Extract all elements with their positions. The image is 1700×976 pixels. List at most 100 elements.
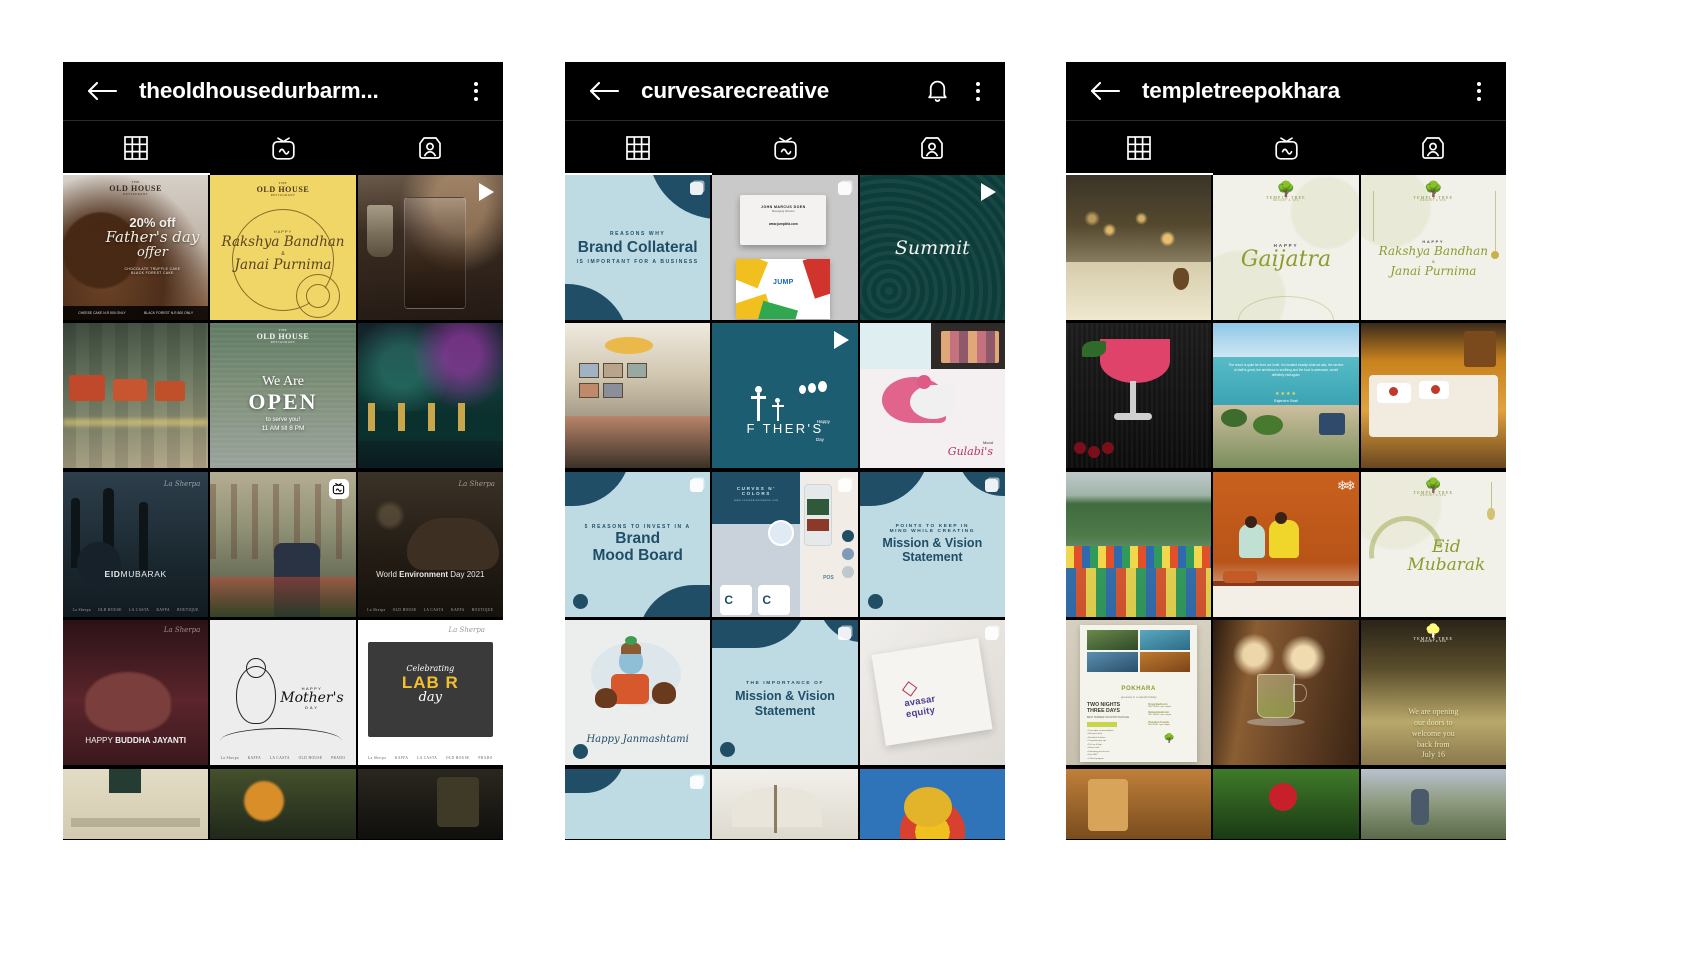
grid-post[interactable] xyxy=(63,768,209,839)
post-headline: Brand Collateral xyxy=(577,238,698,256)
overflow-menu-icon[interactable] xyxy=(1468,78,1490,104)
open-line-1: We Are xyxy=(261,373,304,389)
opening-l2: our doors to xyxy=(1413,718,1453,727)
buddha-caption-pre: HAPPY xyxy=(85,736,116,746)
grid-post[interactable] xyxy=(1213,620,1359,766)
grid-post[interactable] xyxy=(712,768,858,839)
grid-post[interactable] xyxy=(1066,175,1212,320)
carousel-badge-icon xyxy=(834,182,851,199)
tab-igtv[interactable] xyxy=(210,121,357,175)
grid-post[interactable]: Mood Gulabi's xyxy=(859,323,1005,469)
grid-post[interactable]: 🌳 TEMPLE TREE RESORT & SPA We are openin… xyxy=(1360,620,1506,766)
profile-topbar: theoldhousedurbarm... xyxy=(63,62,503,120)
brand-sub: RESORT & SPA xyxy=(1420,639,1447,643)
profile-tabbar xyxy=(63,120,503,175)
overflow-menu-icon[interactable] xyxy=(967,78,989,104)
grid-post[interactable] xyxy=(565,323,711,469)
tab-tagged[interactable] xyxy=(1359,121,1506,175)
cnc-website: www.curvesarecreative.com xyxy=(733,498,779,502)
grid-post[interactable] xyxy=(1066,323,1212,469)
grid-post[interactable] xyxy=(63,323,209,469)
grid-post[interactable]: REASONS WHY Brand Collateral IS IMPORTAN… xyxy=(565,175,711,320)
env-caption-pre: World xyxy=(376,569,400,579)
offer-script: Father's day xyxy=(105,228,200,246)
grid-post[interactable]: THE OLD HOUSE RESTAURANT We Are OPEN to … xyxy=(210,323,356,469)
carousel-badge-icon xyxy=(981,478,998,496)
post-headline: Mission & Vision xyxy=(882,536,983,551)
profile-topbar: curvesarecreative xyxy=(565,62,1005,120)
flyer-l2: THREE DAYS xyxy=(1087,707,1120,714)
grid-post[interactable]: THE OLD HOUSE RESTAURANT 20% off Father'… xyxy=(63,175,209,320)
profile-tabbar xyxy=(565,120,1005,175)
tab-grid[interactable] xyxy=(1066,121,1213,175)
page-title: templetreepokhara xyxy=(1142,78,1340,103)
grid-post[interactable]: 🌳 TEMPLE TREE RESORT & SPA HAPPY Gaijatr… xyxy=(1213,175,1359,320)
post-eyebrow: THE IMPORTANCE OF xyxy=(745,681,824,687)
phone-screen-2: curvesarecreative REASONS WHY Brand Coll… xyxy=(565,62,1005,840)
flyer-title: POKHARA xyxy=(1121,686,1156,693)
back-arrow-icon[interactable] xyxy=(85,79,119,103)
brand-logo-sub: RESTAURANT xyxy=(123,192,148,197)
grid-post[interactable]: Happy Janmashtami xyxy=(565,620,711,766)
back-arrow-icon[interactable] xyxy=(1088,79,1122,103)
grid-post[interactable]: Summit xyxy=(859,175,1005,320)
partner-logo-strip: La Sherpa OLD HOUSE LA CASTA KAFFA BOUTIQUE xyxy=(367,607,494,612)
partner-logo-strip: La Sherpa KAFFA LA CASTA OLD HOUSE PRADO xyxy=(367,756,493,761)
grid-post[interactable]: La Sherpa HAPPY BUDDHA JAYANTI xyxy=(63,620,209,766)
back-arrow-icon[interactable] xyxy=(587,79,621,103)
grid-post[interactable]: 🌳 TEMPLE TREE RESORT & SPA Eid Mubarak xyxy=(1360,471,1506,617)
grid-post[interactable]: JOHN MARCUS DOEN Managing Director www.j… xyxy=(712,175,858,320)
grid-post[interactable] xyxy=(210,768,356,839)
grid-post[interactable]: 🌳 TEMPLE TREE RESORT & SPA HAPPY Rakshya… xyxy=(1360,175,1506,320)
grid-post[interactable]: Happy F THER'S Day xyxy=(712,323,858,469)
tab-grid[interactable] xyxy=(63,121,210,175)
grid-post[interactable] xyxy=(1066,768,1212,839)
grid-post[interactable] xyxy=(1066,471,1212,617)
grid-post[interactable]: La Sherpa EIDMUBARAK La Sherpa OLD HOUSE L… xyxy=(63,471,209,617)
grid-post[interactable] xyxy=(1360,768,1506,839)
grid-post[interactable]: POKHARA get-away in a natural holiday TW… xyxy=(1066,620,1212,766)
tab-igtv[interactable] xyxy=(1213,121,1360,175)
grid-post[interactable]: CURVES N' COLORS www.curvesarecreative.c… xyxy=(712,471,858,617)
greeting-script: Rakshya Bandhan xyxy=(1378,243,1488,258)
grid-post[interactable]: La Sherpa World Environment Day 2021 La … xyxy=(357,471,503,617)
brand-watermark: La Sherpa xyxy=(458,479,495,488)
notification-bell-icon[interactable] xyxy=(925,78,951,104)
grid-post[interactable] xyxy=(357,175,503,320)
grid-post[interactable] xyxy=(565,768,711,839)
partner-logo-strip: La Sherpa OLD HOUSE LA CASTA KAFFA BOUTIQUE xyxy=(72,607,199,612)
greeting-script: Gaijatra xyxy=(1240,247,1332,273)
tab-grid[interactable] xyxy=(565,121,712,175)
tab-tagged[interactable] xyxy=(858,121,1005,175)
tab-tagged[interactable] xyxy=(356,121,503,175)
grid-post[interactable]: ❄❄ xyxy=(1213,471,1359,617)
grid-post[interactable]: 5 REASONS TO INVEST IN A Brand Mood Boar… xyxy=(565,471,711,617)
profile-topbar: templetreepokhara xyxy=(1066,62,1506,120)
greeting-script-2: Mubarak xyxy=(1407,555,1486,576)
grid-post[interactable] xyxy=(1213,768,1359,839)
grid-post[interactable]: HAPPY Mother's DAY La Sherpa KAFFA LA CAST… xyxy=(210,620,356,766)
env-caption-bold: Environment xyxy=(399,569,449,579)
grid-post[interactable]: La Sherpa Celebrating LAB R day La Sherp… xyxy=(357,620,503,766)
partner-logo-strip: La Sherpa KAFFA LA CASTA OLD HOUSE PRADO xyxy=(220,756,346,761)
posts-grid-1: THE OLD HOUSE RESTAURANT 20% off Father'… xyxy=(63,175,503,840)
mood-script: Gulabi's xyxy=(947,445,993,459)
grid-post[interactable]: THE OLD HOUSE RESTAURANT HAPPY Rakshya B… xyxy=(210,175,356,320)
testimonial-body: The resort is quite far from our hotel, … xyxy=(1228,363,1344,377)
grid-post[interactable] xyxy=(859,768,1005,839)
grid-post[interactable] xyxy=(210,471,356,617)
grid-post[interactable] xyxy=(357,768,503,839)
topbar-actions xyxy=(925,62,989,120)
grid-post[interactable]: THE IMPORTANCE OF Mission & Vision State… xyxy=(712,620,858,766)
grid-post[interactable] xyxy=(357,323,503,469)
overflow-menu-icon[interactable] xyxy=(465,78,487,104)
footer-note-1: CHEESE CAKE N.R 500 ONLY xyxy=(78,311,126,315)
igtv-badge-icon xyxy=(328,478,349,499)
grid-post[interactable]: POINTS TO KEEP IN MIND WHILE CREATING Mi… xyxy=(859,471,1005,617)
tab-igtv[interactable] xyxy=(712,121,859,175)
grid-post[interactable]: avasar equity xyxy=(859,620,1005,766)
grid-post[interactable] xyxy=(1360,323,1506,469)
labor-script: Celebrating xyxy=(406,664,455,674)
grid-post[interactable]: The resort is quite far from our hotel, … xyxy=(1213,323,1359,469)
brand-watermark: La Sherpa xyxy=(448,626,485,635)
